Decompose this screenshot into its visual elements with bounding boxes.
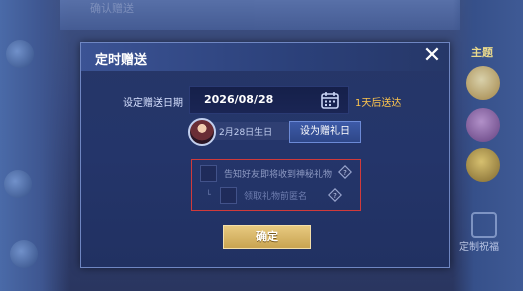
background-bubble	[6, 40, 34, 68]
background-left-panel	[0, 0, 70, 291]
notify-friend-checkbox[interactable]	[200, 165, 217, 182]
calendar-icon[interactable]	[320, 90, 340, 110]
notify-friend-label: 告知好友即将收到神秘礼物	[224, 170, 333, 180]
delivery-eta: 1天后送达	[355, 98, 402, 109]
friend-avatar	[188, 118, 216, 146]
gift-date-value: 2026/08/28	[204, 93, 274, 106]
theme-tab-label: 主题	[471, 46, 493, 59]
birthday-chip: 2月28日生日	[209, 122, 289, 140]
gift-date-field[interactable]: 2026/08/28	[189, 86, 349, 114]
sign-name-label: 领取礼物前匿名	[244, 192, 308, 202]
dialog-title: 定时赠送	[95, 53, 148, 68]
sub-option-marker: └	[206, 190, 211, 199]
gift-options-box: 告知好友即将收到神秘礼物 ? └ 领取礼物前匿名 ?	[191, 159, 361, 211]
background-right-panel: 主题 定制祝福	[453, 0, 523, 291]
set-gift-day-button[interactable]: 设为赠礼日	[289, 121, 361, 143]
scheduled-gift-dialog: 定时赠送 ✕ 设定赠送日期 2026/08/28 1天后送达 2月28日生日 设…	[80, 42, 450, 268]
background-bubble	[10, 240, 38, 268]
sign-name-checkbox[interactable]	[220, 187, 237, 204]
birthday-text: 2月28日生日	[219, 128, 273, 138]
theme-item-2	[466, 108, 500, 142]
confirm-button[interactable]: 确定	[223, 225, 311, 249]
svg-text:?: ?	[343, 169, 347, 177]
close-button[interactable]: ✕	[421, 45, 443, 67]
background-top-bar: 确认赠送	[60, 0, 460, 30]
svg-text:?: ?	[333, 192, 337, 200]
background-top-tab: 确认赠送	[90, 2, 134, 15]
close-icon: ✕	[422, 43, 442, 68]
background-bubble	[4, 170, 32, 198]
diamond-info-icon[interactable]: ?	[328, 188, 342, 202]
dialog-header: 定时赠送 ✕	[81, 43, 449, 71]
theme-item-1	[466, 66, 500, 100]
custom-blessing-icon	[471, 212, 497, 238]
diamond-info-icon[interactable]: ?	[338, 165, 352, 179]
theme-item-3	[466, 148, 500, 182]
custom-blessing-label: 定制祝福	[459, 242, 499, 253]
gift-date-label: 设定赠送日期	[123, 98, 183, 109]
